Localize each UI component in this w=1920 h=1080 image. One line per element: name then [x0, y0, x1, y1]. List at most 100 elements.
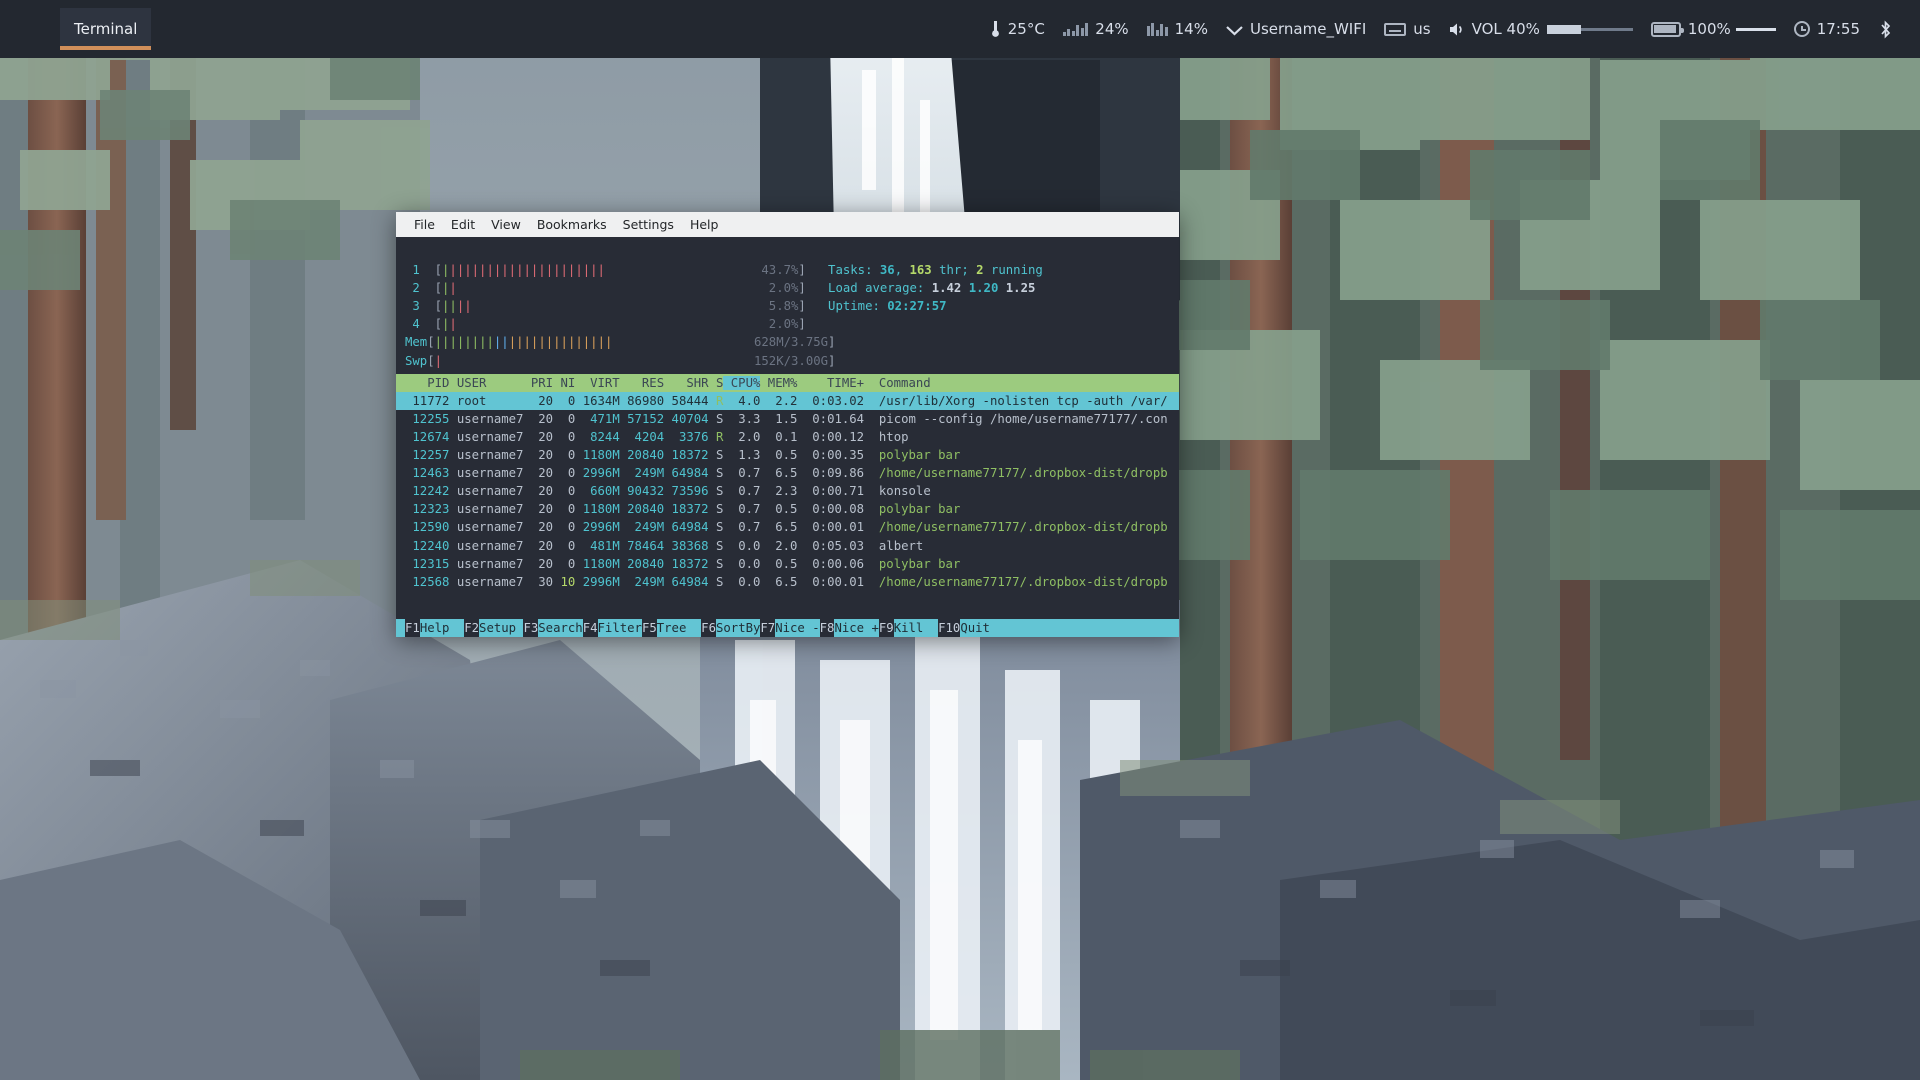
keyboard-icon	[1384, 23, 1406, 36]
process-command: /usr/lib/Xorg -nolisten tcp -auth /var/	[879, 394, 1168, 408]
swap-meter-value: 152K/3.00G	[747, 352, 828, 370]
module-clock[interactable]: 17:55	[1785, 0, 1869, 58]
process-command: htop	[879, 430, 909, 444]
table-row[interactable]: 12674 username7 20 0 8244 4204 3376 R 2.…	[396, 428, 1179, 446]
fkey-f4-key[interactable]: F4	[583, 619, 598, 637]
fkey-f5-label[interactable]: Tree	[657, 619, 701, 637]
fkey-f7-key[interactable]: F7	[760, 619, 775, 637]
volume-value: VOL 40%	[1472, 20, 1540, 38]
process-command: albert	[879, 539, 923, 553]
menu-bookmarks[interactable]: Bookmarks	[529, 215, 615, 234]
table-row[interactable]: 11772 root 20 0 1634M 86980 58444 R 4.0 …	[396, 392, 1179, 410]
table-header-row: PID USER PRI NI VIRT RES SHR S CPU% MEM%…	[396, 374, 1179, 392]
battery-bar	[1736, 28, 1776, 31]
process-command: /home/username77177/.dropbox-dist/dropb	[879, 575, 1168, 589]
summary-line-1: Load average: 1.42 1.20 1.25	[828, 279, 1035, 297]
speaker-icon	[1449, 22, 1465, 37]
menu-settings[interactable]: Settings	[615, 215, 682, 234]
memory-meter-value: 628M/3.75G	[747, 333, 828, 351]
memory-icon	[1147, 23, 1168, 36]
summary-line-2: Uptime: 02:27:57	[828, 297, 946, 315]
cpu-meter-4: 4 [|| 2.0%]	[396, 315, 1179, 333]
process-command: /home/username77177/.dropbox-dist/dropb	[879, 520, 1168, 534]
fkey-f9-key[interactable]: F9	[879, 619, 894, 637]
table-row[interactable]: 12568 username7 30 10 2996M 249M 64984 S…	[396, 573, 1179, 591]
cpu-meter-value: 2.0%	[754, 279, 798, 297]
konsole-window[interactable]: File Edit View Bookmarks Settings Help 1…	[396, 212, 1179, 637]
fkey-f10-key[interactable]: F10	[938, 619, 960, 637]
table-row[interactable]: 12240 username7 20 0 481M 78464 38368 S …	[396, 537, 1179, 555]
workspace-label: Terminal	[74, 20, 137, 38]
battery-icon	[1651, 22, 1681, 37]
fkey-f3-key[interactable]: F3	[523, 619, 538, 637]
module-cpu[interactable]: 24%	[1054, 0, 1138, 58]
module-battery[interactable]: 100%	[1642, 0, 1785, 58]
fkey-f3-label[interactable]: Search	[538, 619, 582, 637]
clock-icon	[1794, 21, 1810, 37]
memory-value: 14%	[1175, 20, 1208, 38]
volume-slider[interactable]	[1547, 28, 1633, 31]
fkey-f7-label[interactable]: Nice -	[775, 619, 819, 637]
fkey-f6-label[interactable]: SortBy	[716, 619, 760, 637]
process-command: konsole	[879, 484, 931, 498]
cpu-meter-1: 1 [|||||||||||||||||||||| 43.7%] Tasks: …	[396, 261, 1179, 279]
fkey-f1-label[interactable]: Help	[420, 619, 464, 637]
keyboard-layout-value: us	[1413, 20, 1430, 38]
network-ssid: Username_WIFI	[1250, 20, 1366, 38]
table-row[interactable]: 12242 username7 20 0 660M 90432 73596 S …	[396, 482, 1179, 500]
table-row[interactable]: 12323 username7 20 0 1180M 20840 18372 S…	[396, 500, 1179, 518]
table-row[interactable]: 12257 username7 20 0 1180M 20840 18372 S…	[396, 446, 1179, 464]
fkey-f2-key[interactable]: F2	[464, 619, 479, 637]
fkey-f5-key[interactable]: F5	[642, 619, 657, 637]
spacer-line	[396, 243, 1179, 261]
process-command: picom --config /home/username77177/.con	[879, 412, 1168, 426]
table-row[interactable]: 12255 username7 20 0 471M 57152 40704 S …	[396, 410, 1179, 428]
htop-process-table: PID USER PRI NI VIRT RES SHR S CPU% MEM%…	[396, 374, 1179, 591]
module-tray[interactable]	[1869, 0, 1902, 58]
fkey-f1-key[interactable]: F1	[405, 619, 420, 637]
cpu-value: 24%	[1095, 20, 1128, 38]
table-row[interactable]: 12463 username7 20 0 2996M 249M 64984 S …	[396, 464, 1179, 482]
cpu-meter-3: 3 [|||| 5.8%] Uptime: 02:27:57	[396, 297, 1179, 315]
fkey-f9-label[interactable]: Kill	[894, 619, 938, 637]
fkey-f4-label[interactable]: Filter	[598, 619, 642, 637]
process-command: polybar bar	[879, 502, 960, 516]
summary-line-0: Tasks: 36, 163 thr; 2 running	[828, 261, 1043, 279]
table-row[interactable]: 12315 username7 20 0 1180M 20840 18372 S…	[396, 555, 1179, 573]
module-volume[interactable]: VOL 40%	[1440, 0, 1642, 58]
menu-file[interactable]: File	[406, 215, 443, 234]
swap-meter: Swp[| 152K/3.00G]	[396, 352, 1179, 370]
menu-bar: File Edit View Bookmarks Settings Help	[396, 212, 1179, 237]
table-row[interactable]: 12590 username7 20 0 2996M 249M 64984 S …	[396, 518, 1179, 536]
menu-view[interactable]: View	[483, 215, 529, 234]
menu-edit[interactable]: Edit	[443, 215, 483, 234]
thermometer-icon	[990, 20, 1001, 38]
module-keyboard-layout[interactable]: us	[1375, 0, 1439, 58]
table-body: 11772 root 20 0 1634M 86980 58444 R 4.0 …	[396, 392, 1179, 591]
clock-value: 17:55	[1817, 20, 1860, 38]
cpu-meter-value: 2.0%	[754, 315, 798, 333]
battery-value: 100%	[1688, 20, 1731, 38]
cpu-meter-value: 5.8%	[754, 297, 798, 315]
module-memory[interactable]: 14%	[1138, 0, 1217, 58]
fkey-f8-key[interactable]: F8	[820, 619, 835, 637]
cpu-meter-value: 43.7%	[754, 261, 798, 279]
fkey-f6-key[interactable]: F6	[701, 619, 716, 637]
process-command: polybar bar	[879, 448, 960, 462]
fkey-f2-label[interactable]: Setup	[479, 619, 523, 637]
bluetooth-icon	[1878, 20, 1893, 39]
memory-meter: Mem[|||||||||||||||||||||||| 628M/3.75G]	[396, 333, 1179, 351]
cpu-meter-2: 2 [|| 2.0%] Load average: 1.42 1.20 1.25	[396, 279, 1179, 297]
workspace-terminal[interactable]: Terminal	[60, 8, 151, 50]
polybar-right: 25°C 24% 14% Username_WIFI us	[981, 0, 1920, 58]
temperature-value: 25°C	[1008, 20, 1045, 38]
polybar-top-bar: Terminal 25°C 24% 14% Username_WI	[0, 0, 1920, 58]
module-network[interactable]: Username_WIFI	[1217, 0, 1375, 58]
module-temperature[interactable]: 25°C	[981, 0, 1054, 58]
fkey-f10-label[interactable]: Quit	[960, 619, 1004, 637]
terminal-htop[interactable]: 1 [|||||||||||||||||||||| 43.7%] Tasks: …	[396, 237, 1179, 637]
fkey-f8-label[interactable]: Nice +	[834, 619, 878, 637]
menu-help[interactable]: Help	[682, 215, 727, 234]
sorted-column-header: CPU%	[723, 376, 760, 390]
process-command: /home/username77177/.dropbox-dist/dropb	[879, 466, 1168, 480]
